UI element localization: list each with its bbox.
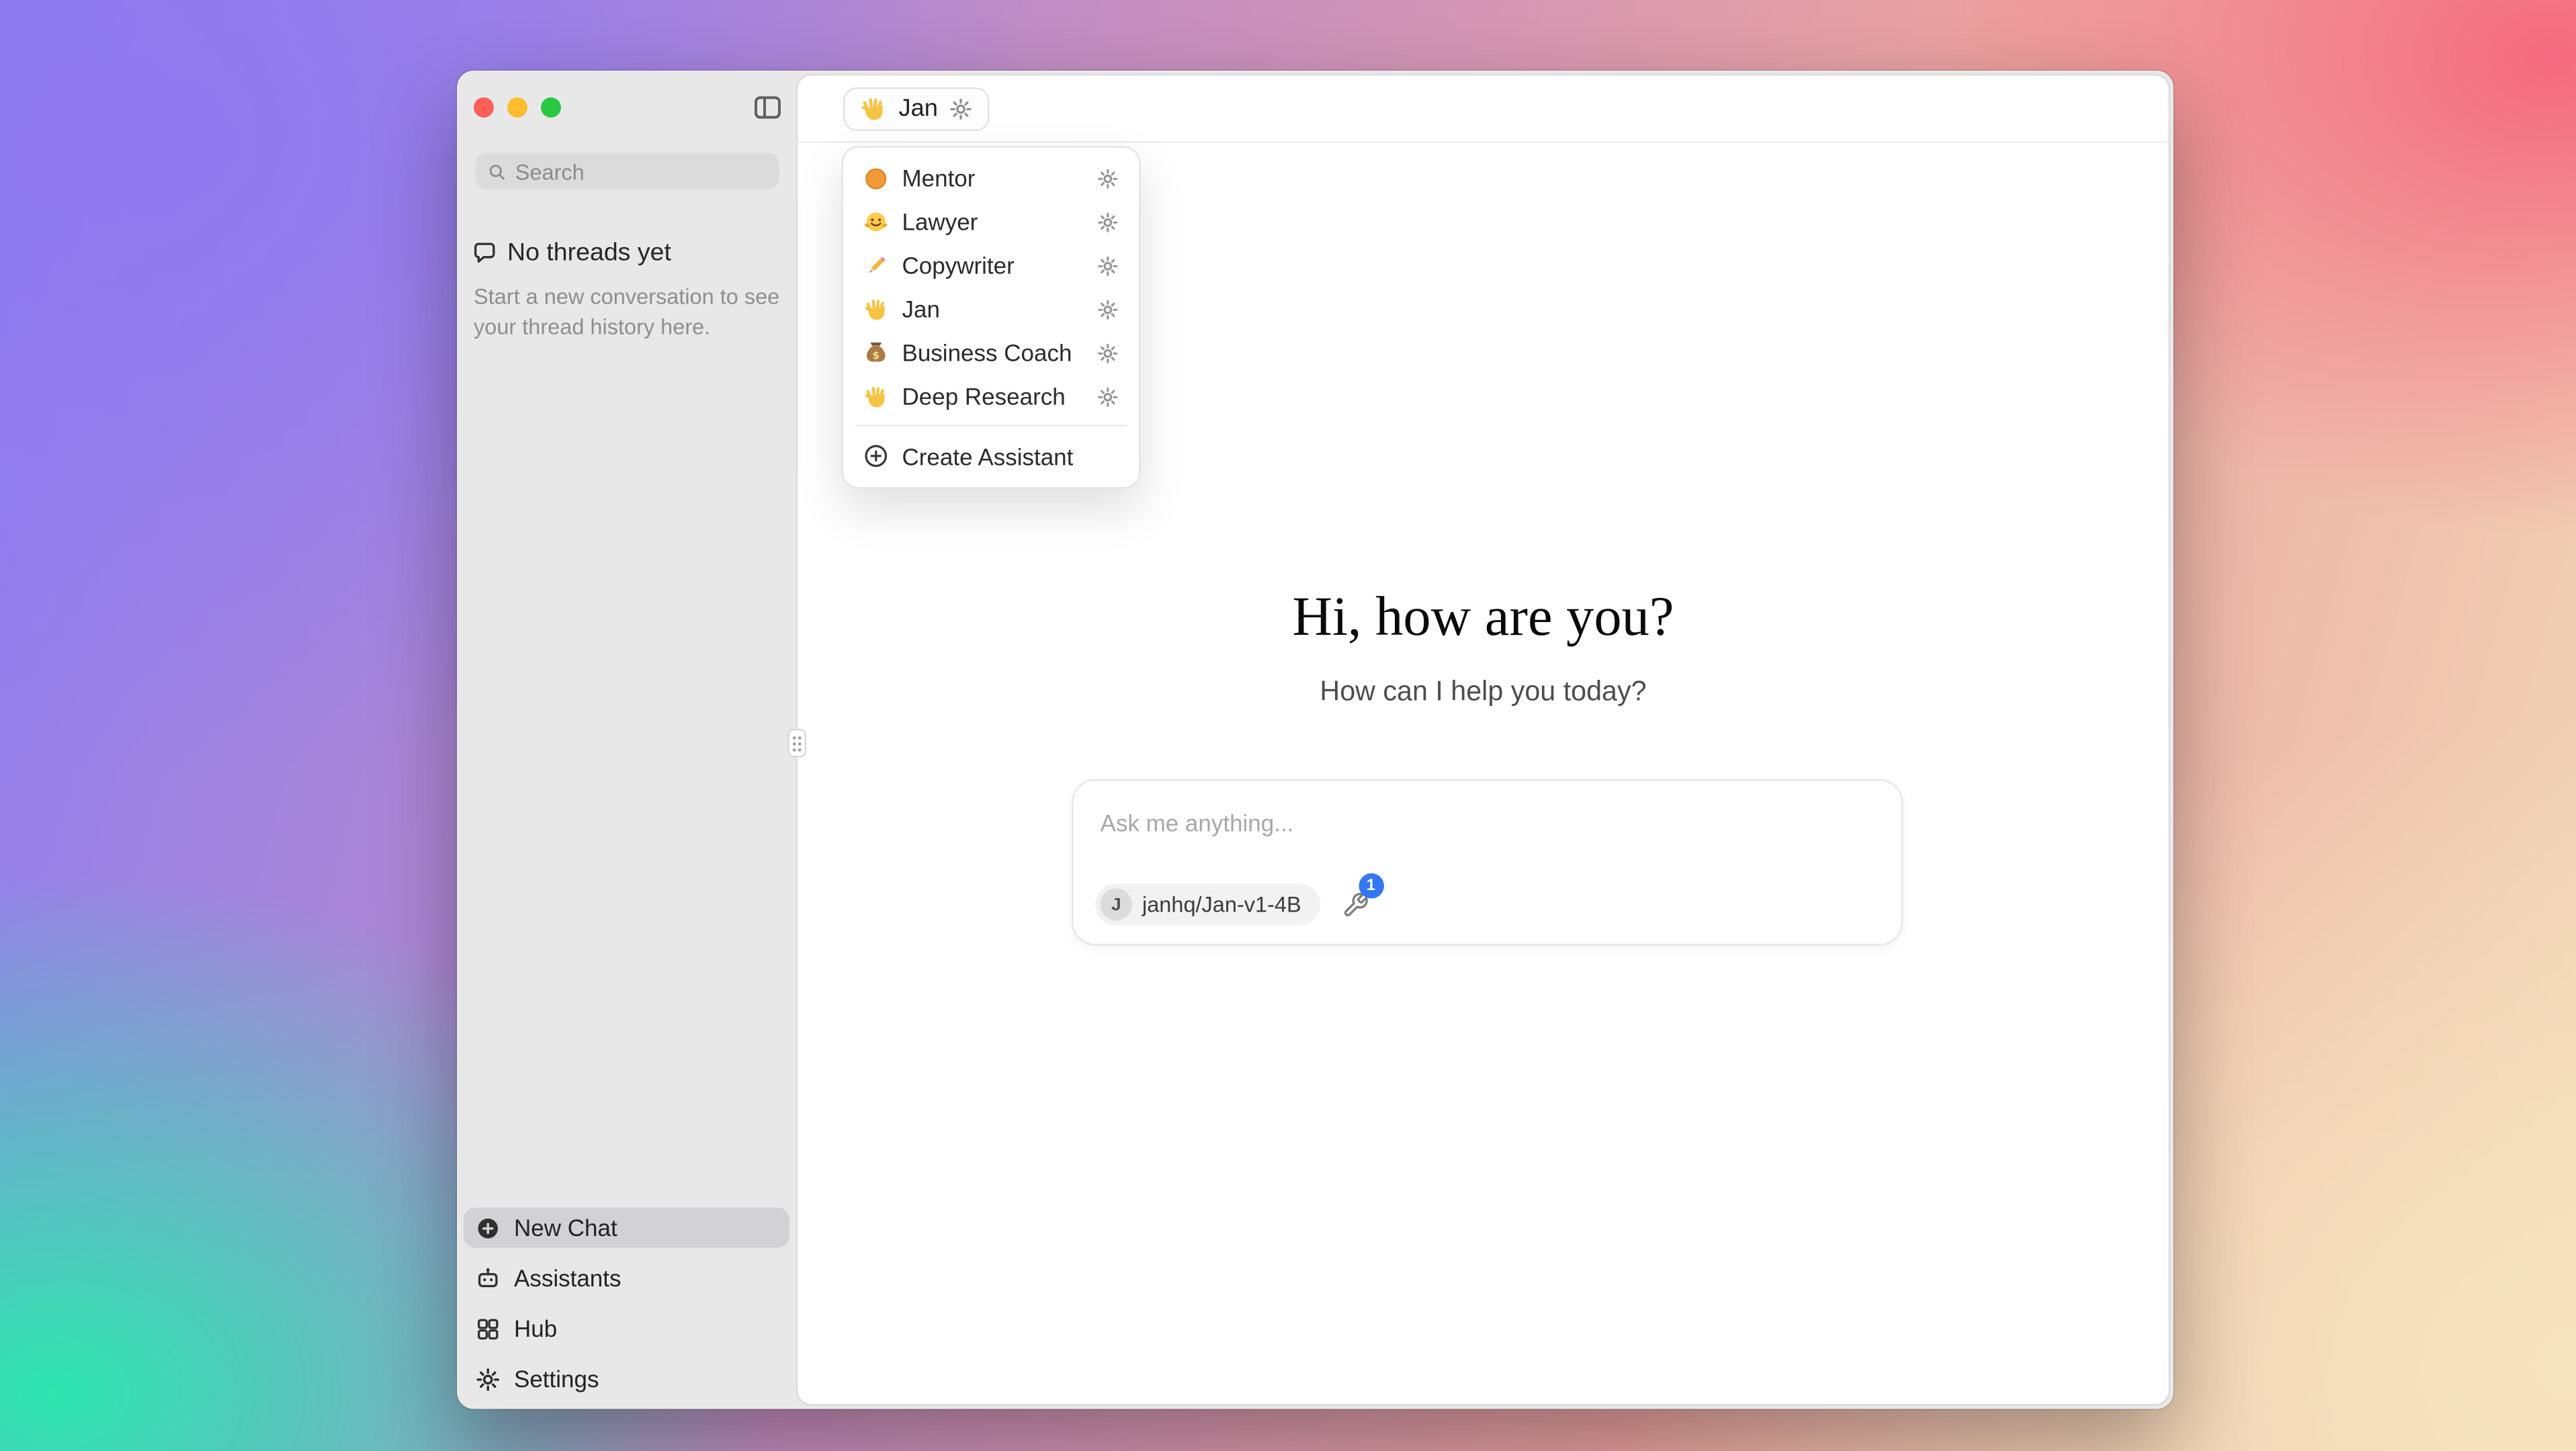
model-selector[interactable]: J janhq/Jan-v1-4B	[1095, 883, 1320, 926]
assistant-menu-item-lawyer[interactable]: Lawyer	[852, 200, 1131, 244]
assistant-menu-item-copywriter[interactable]: Copywriter	[852, 244, 1131, 288]
gear-icon[interactable]	[1097, 342, 1119, 364]
menu-separator	[855, 425, 1127, 427]
chat-header: Jan	[798, 76, 2169, 143]
menu-item-label: Copywriter	[902, 252, 1015, 279]
assistant-menu-item-business-coach[interactable]: Business Coach	[852, 331, 1131, 375]
gear-icon	[476, 1366, 501, 1392]
nav-label: Hub	[514, 1315, 557, 1342]
gear-icon[interactable]	[949, 97, 973, 120]
create-assistant-label: Create Assistant	[902, 443, 1074, 470]
hugging-face-icon	[863, 209, 889, 234]
tools-count-badge: 1	[1359, 873, 1384, 898]
nav-label: Assistants	[514, 1265, 621, 1292]
window-controls	[474, 97, 561, 118]
sidebar-toggle-icon[interactable]	[753, 93, 783, 123]
menu-item-label: Jan	[902, 296, 940, 322]
menu-item-label: Mentor	[902, 165, 976, 191]
pencil-icon	[863, 253, 889, 278]
blocks-icon	[476, 1316, 501, 1342]
wave-icon	[863, 296, 889, 322]
message-composer: J janhq/Jan-v1-4B 1	[1072, 779, 1903, 946]
menu-item-label: Deep Research	[902, 383, 1066, 410]
gear-icon[interactable]	[1097, 255, 1119, 277]
sidebar: No threads yet Start a new conversation …	[457, 71, 798, 1409]
assistant-selector-button[interactable]: Jan	[843, 87, 990, 130]
gear-icon[interactable]	[1097, 386, 1119, 408]
sidebar-item-assistants[interactable]: Assistants	[464, 1258, 789, 1299]
chat-bubble-icon	[472, 240, 498, 266]
search-input[interactable]	[515, 159, 768, 184]
assistant-menu-item-deep-research[interactable]: Deep Research	[852, 375, 1131, 419]
tools-button[interactable]: 1	[1342, 891, 1369, 918]
hero-subtitle: How can I help you today?	[798, 677, 2169, 709]
empty-state-title: No threads yet	[507, 238, 671, 267]
composer-toolbar: J janhq/Jan-v1-4B 1	[1095, 883, 1369, 926]
assistant-menu: Mentor Lawyer Copywriter Jan	[842, 146, 1141, 489]
plus-circle-icon	[863, 443, 889, 469]
search-icon	[487, 161, 507, 183]
threads-empty-state: No threads yet Start a new conversation …	[472, 238, 785, 343]
money-bag-icon	[863, 340, 889, 365]
main-panel: Jan Mentor Lawyer Copywriter	[796, 74, 2170, 1406]
app-window: No threads yet Start a new conversation …	[457, 71, 2174, 1409]
gear-icon[interactable]	[1097, 211, 1119, 233]
empty-state-subtitle: Start a new conversation to see your thr…	[472, 282, 785, 343]
assistant-menu-item-jan[interactable]: Jan	[852, 288, 1131, 331]
sidebar-item-hub[interactable]: Hub	[464, 1309, 789, 1349]
sidebar-item-settings[interactable]: Settings	[464, 1359, 789, 1399]
close-button[interactable]	[474, 97, 494, 118]
menu-item-label: Business Coach	[902, 339, 1072, 366]
model-avatar: J	[1101, 889, 1133, 921]
welcome-hero: Hi, how are you? How can I help you toda…	[798, 588, 2169, 709]
menu-item-label: Lawyer	[902, 208, 978, 235]
gear-icon[interactable]	[1097, 298, 1119, 320]
sidebar-item-new-chat[interactable]: New Chat	[464, 1208, 789, 1248]
sidebar-resize-handle[interactable]	[788, 729, 807, 758]
assistant-menu-item-mentor[interactable]: Mentor	[852, 157, 1131, 200]
create-assistant-button[interactable]: Create Assistant	[852, 433, 1131, 479]
message-input[interactable]	[1101, 809, 1862, 836]
wave-icon	[860, 95, 887, 122]
assistant-name: Jan	[899, 95, 938, 122]
grip-dots-icon	[789, 732, 805, 755]
nav-label: New Chat	[514, 1215, 617, 1241]
search-box[interactable]	[476, 153, 780, 190]
hero-title: Hi, how are you?	[798, 588, 2169, 650]
zoom-button[interactable]	[541, 97, 561, 118]
robot-icon	[476, 1266, 501, 1291]
nav-label: Settings	[514, 1366, 599, 1393]
orange-circle-icon	[863, 165, 889, 191]
minimize-button[interactable]	[507, 97, 527, 118]
model-name: janhq/Jan-v1-4B	[1142, 892, 1301, 918]
wave-icon	[863, 384, 889, 409]
sidebar-nav: New Chat Assistants Hub Settings	[464, 1208, 789, 1399]
gear-icon[interactable]	[1097, 167, 1119, 189]
desktop-wallpaper: No threads yet Start a new conversation …	[0, 0, 2576, 1451]
plus-circle-icon	[476, 1215, 501, 1241]
